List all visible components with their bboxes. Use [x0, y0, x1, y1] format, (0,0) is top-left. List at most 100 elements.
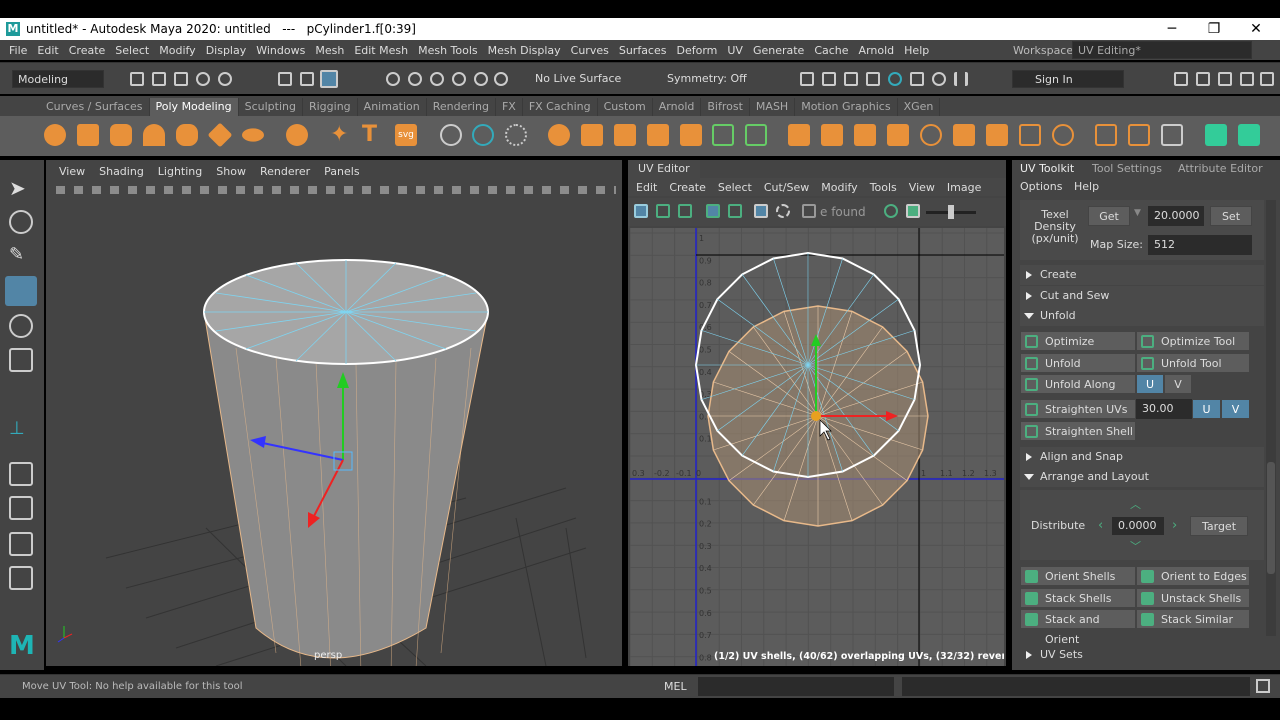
uv-menu-cut-sew[interactable]: Cut/Sew [758, 181, 815, 194]
uv-distortion-icon[interactable] [728, 204, 742, 218]
channel-box-icon[interactable] [1260, 72, 1274, 86]
stack-similar-button[interactable]: Stack Similar [1136, 609, 1250, 629]
poly-disc-icon[interactable] [242, 128, 264, 142]
save-scene-icon[interactable] [174, 72, 188, 86]
append-polygon-icon[interactable] [887, 124, 909, 146]
hypershade-icon[interactable] [866, 72, 880, 86]
shelf-tab-mash[interactable]: MASH [750, 98, 796, 116]
unfold-tool-button[interactable]: Unfold Tool [1136, 353, 1250, 373]
merge-icon[interactable] [986, 124, 1008, 146]
uv-move-center[interactable] [811, 411, 821, 421]
select-object-icon[interactable] [300, 72, 314, 86]
shelf-tab-poly-modeling[interactable]: Poly Modeling [149, 98, 239, 116]
outliner-layout-icon[interactable] [9, 566, 33, 590]
shelf-tab-motion-graphics[interactable]: Motion Graphics [795, 98, 898, 116]
live-surface-field[interactable]: No Live Surface [530, 70, 622, 88]
two-pane-layout-icon[interactable] [9, 532, 33, 556]
select-hierarchy-icon[interactable] [278, 72, 292, 86]
mirror-icon[interactable] [614, 124, 636, 146]
snap-view-plane-icon[interactable] [452, 72, 466, 86]
menu-surfaces[interactable]: Surfaces [614, 44, 672, 57]
sign-in-dropdown[interactable]: Sign In [1012, 70, 1124, 88]
straighten-shell-button[interactable]: Straighten Shell [1020, 421, 1136, 441]
menu-display[interactable]: Display [201, 44, 252, 57]
ipr-render-icon[interactable] [822, 72, 836, 86]
menu-uv[interactable]: UV [722, 44, 748, 57]
multi-cut-icon[interactable] [1095, 124, 1117, 146]
symmetry-dropdown[interactable]: Symmetry: Off [662, 70, 758, 88]
rotate-tool-icon[interactable] [9, 314, 33, 338]
snap-curve-icon[interactable] [408, 72, 422, 86]
camera-image-icon[interactable] [802, 204, 816, 218]
distribute-up-icon[interactable]: ︿ [1130, 496, 1141, 512]
super-shape-icon[interactable]: ✦ [330, 124, 352, 146]
sculpt-icon[interactable] [1161, 124, 1183, 146]
bevel-icon[interactable] [745, 124, 767, 146]
uv-snap-icon[interactable] [776, 204, 790, 218]
set-density-button[interactable]: Set [1210, 206, 1252, 226]
menu-deform[interactable]: Deform [671, 44, 722, 57]
menu-generate[interactable]: Generate [748, 44, 809, 57]
straighten-v-toggle[interactable]: V [1221, 399, 1250, 419]
section-uv-sets[interactable]: UV Sets [1020, 645, 1264, 665]
unfold-button[interactable]: Unfold [1020, 353, 1136, 373]
modeling-toolkit-icon[interactable] [1174, 72, 1188, 86]
extrude-icon[interactable] [788, 124, 810, 146]
menu-mesh[interactable]: Mesh [310, 44, 349, 57]
lasso-tool-icon[interactable] [9, 210, 33, 234]
poly-count-icon[interactable] [505, 124, 527, 146]
orient-to-edges-button[interactable]: Orient to Edges [1136, 566, 1250, 586]
render-icon[interactable] [800, 72, 814, 86]
straighten-uvs-button[interactable]: Straighten UVs [1020, 399, 1136, 419]
fill-hole-icon[interactable] [920, 124, 942, 146]
uv-menu-modify[interactable]: Modify [815, 181, 863, 194]
shelf-tab-fx-caching[interactable]: FX Caching [523, 98, 598, 116]
vp-menu-show[interactable]: Show [209, 165, 253, 178]
uv-editor-shelf-icon[interactable] [1205, 124, 1227, 146]
collapse-icon[interactable] [953, 124, 975, 146]
section-unfold[interactable]: Unfold [1020, 306, 1264, 326]
quad-draw-icon[interactable] [1128, 124, 1150, 146]
single-perspective-layout-icon[interactable] [9, 462, 33, 486]
script-editor-icon[interactable] [1256, 679, 1270, 693]
tab-attribute-editor[interactable]: Attribute Editor [1170, 160, 1271, 178]
unfold-along-v-toggle[interactable]: V [1164, 374, 1192, 394]
poly-cone-icon[interactable] [143, 124, 165, 146]
stack-shells-button[interactable]: Stack Shells [1020, 588, 1136, 608]
select-tool-icon[interactable]: ➤ [9, 176, 33, 200]
menu-help[interactable]: Help [899, 44, 934, 57]
poly-sphere-icon[interactable] [44, 124, 66, 146]
poly-torus-icon[interactable] [176, 124, 198, 146]
shelf-tab-rigging[interactable]: Rigging [303, 98, 358, 116]
get-density-button[interactable]: Get [1088, 206, 1130, 226]
image-display-icon[interactable] [906, 204, 920, 218]
command-line-input[interactable] [698, 677, 894, 696]
unstack-shells-button[interactable]: Unstack Shells [1136, 588, 1250, 608]
auto-uv-icon[interactable] [1238, 124, 1260, 146]
menu-modify[interactable]: Modify [154, 44, 200, 57]
vp-menu-shading[interactable]: Shading [92, 165, 151, 178]
snap-vertex-icon[interactable] [494, 72, 508, 86]
target-button[interactable]: Target [1190, 516, 1248, 536]
vp-menu-view[interactable]: View [52, 165, 92, 178]
straighten-u-toggle[interactable]: U [1192, 399, 1221, 419]
workspace-dropdown[interactable]: UV Editing* [1072, 41, 1252, 59]
uv-grid-canvas[interactable]: 0.3 -0.2 -0.1 0 1 1.1 1.2 1.3 1 0.9 0.8 0.7 0.6 0.5 0.… [630, 228, 1004, 666]
uv-shell-select-icon[interactable] [634, 204, 648, 218]
menu-edit[interactable]: Edit [32, 44, 63, 57]
distribute-down-icon[interactable]: ﹀ [1130, 538, 1141, 554]
menu-curves[interactable]: Curves [566, 44, 614, 57]
scale-tool-icon[interactable] [9, 348, 33, 372]
poly-plane-icon[interactable] [207, 122, 233, 148]
menu-mesh-display[interactable]: Mesh Display [483, 44, 566, 57]
close-button[interactable]: ✕ [1236, 18, 1276, 40]
uv-menu-image[interactable]: Image [941, 181, 987, 194]
shelf-tab-animation[interactable]: Animation [358, 98, 427, 116]
shelf-tab-fx[interactable]: FX [496, 98, 523, 116]
vp-menu-lighting[interactable]: Lighting [151, 165, 209, 178]
undo-icon[interactable] [196, 72, 210, 86]
section-cut-and-sew[interactable]: Cut and Sew [1020, 286, 1264, 306]
rgb-channels-icon[interactable] [884, 204, 898, 218]
render-sequence-icon[interactable] [910, 72, 924, 86]
new-scene-icon[interactable] [130, 72, 144, 86]
